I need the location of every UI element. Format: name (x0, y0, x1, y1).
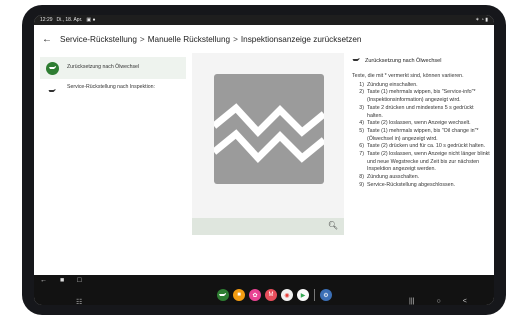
list-item: 5) Taste (1) mehrmals wippen, bis "Oil ch… (359, 127, 479, 142)
system-status-icons: ✶ ◔ ▮ (475, 17, 488, 23)
instructions-title: Zurücksetzung nach Ölwechsel (352, 57, 490, 67)
dock-divider (314, 289, 315, 301)
messages-app-icon[interactable]: ■ (233, 289, 245, 301)
chrome-app-icon[interactable]: ◉ (281, 289, 293, 301)
breadcrumb-item-manual[interactable]: Manuelle Rückstellung (148, 35, 230, 44)
back-icon[interactable]: < (463, 298, 467, 305)
dock: ☷ ■ ✿ M ◉ ▶ ⚙ ||| ○ < (34, 285, 494, 305)
mail-app-icon[interactable]: M (265, 289, 277, 301)
list-item: 3) Taste 2 drücken und mindestens 5 s ged… (359, 104, 474, 119)
status-time: 12:29 (40, 17, 53, 23)
sidebar-item-label: Zurücksetzung nach Ölwechsel (67, 64, 140, 71)
image-zoom-bar: 🔍︎ (192, 218, 344, 235)
back-arrow-icon[interactable]: ← (42, 34, 52, 45)
sidebar-item-inspection-reset[interactable]: Service-Rückstellung nach Inspektion: (40, 79, 186, 105)
zoom-icon[interactable]: 🔍︎ (328, 221, 338, 230)
back-icon[interactable]: ← (40, 277, 47, 284)
list-item: 6) Taste (2) drücken und für ca. 10 s ged… (359, 143, 486, 150)
home-icon[interactable]: ○ (436, 298, 440, 305)
oil-can-icon (46, 84, 59, 97)
sidebar-item-label: Service-Rückstellung nach Inspektion: (67, 84, 155, 90)
window-icon[interactable]: □ (77, 277, 81, 284)
oil-can-app-icon[interactable] (217, 289, 229, 301)
taskbar-top: ← ■ □ (34, 275, 494, 285)
oil-can-icon (352, 57, 361, 67)
app-grid-icon[interactable]: ☷ (76, 298, 82, 305)
navigation-bar: ← ■ □ ☷ ■ ✿ M ◉ ▶ ⚙ ||| ○ < (34, 275, 494, 305)
list-item: 4) Taste (2) loslassen, wenn Anzeige wech… (359, 120, 471, 127)
play-store-app-icon[interactable]: ▶ (297, 289, 309, 301)
dock-apps: ■ ✿ M ◉ ▶ ⚙ (217, 289, 332, 301)
list-item: 1) Zündung einschalten. (359, 81, 418, 88)
list-item: 7) Taste (2) loslassen, wenn Anzeige nich… (359, 150, 490, 173)
list-item: 2) Taste (1) mehrmals wippen, bis "Servic… (359, 89, 476, 104)
image-panel (192, 53, 344, 223)
list-item: 9) Service-Rückstellung abgeschlossen. (359, 181, 456, 188)
breadcrumb-separator: > (139, 34, 145, 44)
list-item: 8) Zündung ausschalten. (359, 173, 420, 180)
sidebar-item-oil-change-reset[interactable]: Zurücksetzung nach Ölwechsel (40, 57, 186, 79)
tablet-frame: 12:29 Di., 18. Apr. ▣ ● ✶ ◔ ▮ ← Service-… (22, 5, 506, 315)
status-bar: 12:29 Di., 18. Apr. ▣ ● ✶ ◔ ▮ (34, 15, 494, 25)
status-date: Di., 18. Apr. (56, 17, 83, 23)
sidebar: Zurücksetzung nach Ölwechsel Service-Rüc… (40, 57, 186, 105)
notification-icons: ▣ ● (86, 17, 96, 23)
instructions-intro: Texte, die mit * vermerkt sind, können v… (352, 73, 464, 80)
phone-icon[interactable]: ■ (60, 277, 64, 284)
screen: 12:29 Di., 18. Apr. ▣ ● ✶ ◔ ▮ ← Service-… (34, 15, 494, 305)
flower-app-icon[interactable]: ✿ (249, 289, 261, 301)
broken-image-icon (211, 74, 327, 184)
breadcrumb: ← Service-Rückstellung > Manuelle Rückst… (34, 29, 494, 49)
breadcrumb-separator: > (233, 34, 238, 44)
recents-icon[interactable]: ||| (409, 298, 414, 305)
oil-can-icon (46, 61, 59, 75)
breadcrumb-item-inspection: Inspektionsanzeige zurücksetzen (240, 34, 362, 44)
breadcrumb-item-service[interactable]: Service-Rückstellung (60, 35, 137, 44)
settings-app-icon[interactable]: ⚙ (320, 289, 332, 301)
instructions-panel: Zurücksetzung nach Ölwechsel Texte, die … (352, 57, 490, 189)
system-navigation: ||| ○ < (409, 298, 467, 305)
